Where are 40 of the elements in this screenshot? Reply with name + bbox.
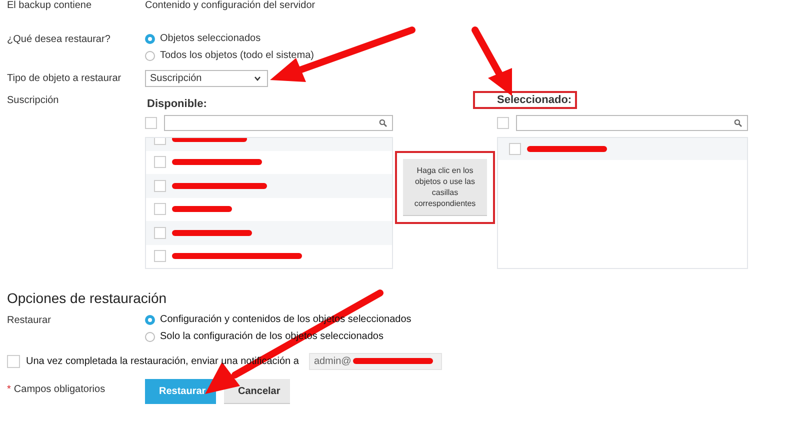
caret-icon	[254, 76, 261, 81]
required-mark: *	[7, 384, 11, 395]
radio-button[interactable]	[145, 34, 155, 44]
cancel-button[interactable]: Cancelar	[224, 379, 290, 404]
radio-button[interactable]	[145, 332, 155, 342]
select-all-checkbox[interactable]	[497, 117, 509, 129]
radio-button[interactable]	[145, 51, 155, 61]
field-label: ¿Qué desea restaurar?	[7, 33, 112, 47]
redaction-mark	[172, 206, 232, 212]
search-icon	[734, 119, 742, 127]
item-checkbox[interactable]	[154, 180, 166, 192]
radio-label: Objetos seleccionados	[160, 33, 261, 45]
item-checkbox[interactable]	[154, 156, 166, 168]
search-field[interactable]	[516, 115, 748, 131]
item-checkbox[interactable]	[154, 250, 166, 262]
email-field[interactable]: admin@	[308, 352, 442, 370]
radio-label: Todos los objetos (todo el sistema)	[160, 50, 314, 62]
list-title: Seleccionado:	[473, 91, 577, 109]
field-label: Suscripción	[7, 95, 60, 108]
search-field[interactable]	[164, 115, 393, 131]
field-label: Tipo de objeto a restaurar	[7, 73, 122, 84]
required-note: Campos obligatorios	[14, 384, 106, 395]
item-checkbox[interactable]	[154, 226, 166, 239]
select-all-checkbox[interactable]	[145, 117, 157, 129]
field-value: Contenido y configuración del servidor	[145, 0, 316, 12]
notify-checkbox[interactable]	[7, 354, 20, 368]
type-dropdown[interactable]: Suscripción	[145, 70, 268, 87]
field-label: El backup contiene	[7, 0, 93, 12]
annotation-arrow	[472, 26, 512, 96]
move-hint-button[interactable]: Haga clic en los objetos o use las casillas correspondientes	[403, 159, 487, 216]
list-item[interactable]	[498, 138, 747, 160]
field-label: Restaurar	[7, 314, 52, 328]
section-heading: Opciones de restauración	[7, 290, 168, 306]
item-checkbox[interactable]	[154, 203, 166, 216]
item-checkbox[interactable]	[509, 143, 521, 155]
list-title: Disponible:	[146, 97, 208, 112]
list-item[interactable]	[146, 174, 392, 198]
radio-button[interactable]	[145, 315, 155, 325]
search-icon	[379, 119, 387, 127]
list-item[interactable]	[146, 221, 392, 244]
